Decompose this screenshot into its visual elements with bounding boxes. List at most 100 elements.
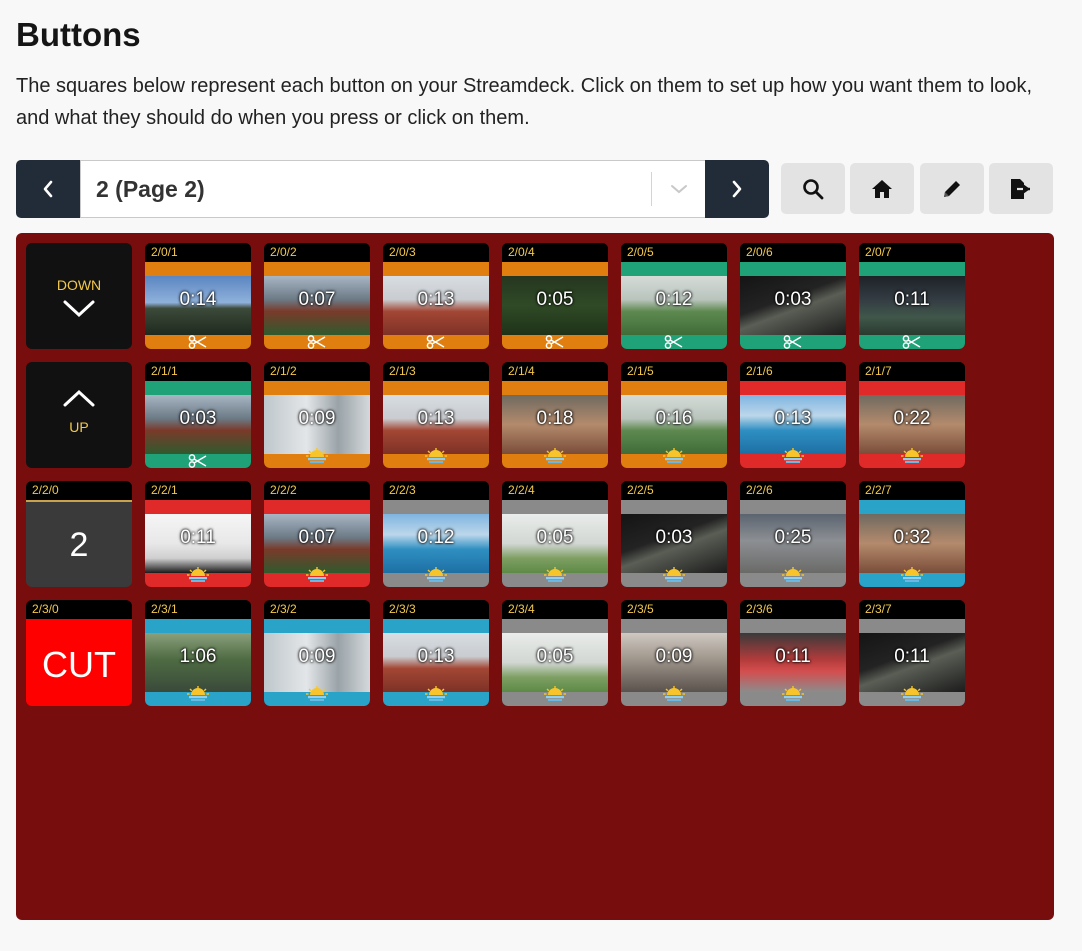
button-label: 2/2/0	[26, 481, 132, 500]
clip-duration: 0:09	[655, 646, 693, 667]
color-band	[145, 262, 251, 276]
chevron-right-icon	[732, 180, 742, 198]
sunrise-icon	[663, 686, 685, 701]
button-label: 2/3/7	[859, 600, 965, 619]
streamdeck-button[interactable]: 2/1/6 0:13	[740, 362, 846, 468]
export-button[interactable]	[989, 163, 1053, 214]
sunrise-icon	[901, 567, 923, 582]
color-band	[740, 619, 846, 633]
sunrise-icon	[306, 567, 328, 582]
streamdeck-button[interactable]: 2/3/3 0:13	[383, 600, 489, 706]
streamdeck-button[interactable]: 2/2/3 0:12	[383, 481, 489, 587]
streamdeck-button[interactable]: 2/2/7 0:32	[859, 481, 965, 587]
streamdeck-button[interactable]: 2/0/3 0:13	[383, 243, 489, 349]
button-label: 2/1/1	[145, 362, 251, 381]
clip-duration: 0:11	[894, 289, 930, 310]
button-label: 2/3/0	[26, 600, 132, 619]
button-label: 2/0/5	[621, 243, 727, 262]
page-number: 2	[69, 526, 89, 564]
streamdeck-button[interactable]: 2/2/5 0:03	[621, 481, 727, 587]
sunrise-icon	[544, 567, 566, 582]
streamdeck-button[interactable]: 2/3/7 0:11	[859, 600, 965, 706]
next-page-button[interactable]	[705, 160, 769, 218]
page-up-button[interactable]: UP	[26, 362, 132, 468]
clip-duration: 0:12	[417, 527, 455, 548]
streamdeck-button[interactable]: 2/2/1 0:11	[145, 481, 251, 587]
streamdeck-button[interactable]: 2/3/1 1:06	[145, 600, 251, 706]
clip-duration: 0:22	[893, 408, 931, 429]
color-band	[859, 500, 965, 514]
edit-button[interactable]	[920, 163, 984, 214]
streamdeck-button[interactable]: 2/1/1 0:03	[145, 362, 251, 468]
color-band	[264, 262, 370, 276]
streamdeck-button[interactable]: 2/0/6 0:03	[740, 243, 846, 349]
streamdeck-button[interactable]: 2/1/5 0:16	[621, 362, 727, 468]
color-band	[145, 381, 251, 395]
streamdeck-button[interactable]: 2/3/6 0:11	[740, 600, 846, 706]
button-label: 2/1/3	[383, 362, 489, 381]
chevron-down-icon[interactable]	[652, 183, 706, 195]
color-band	[383, 381, 489, 395]
streamdeck-button[interactable]: 2/0/2 0:07	[264, 243, 370, 349]
button-label: 2/0/3	[383, 243, 489, 262]
color-band	[502, 500, 608, 514]
sunrise-icon	[425, 448, 447, 463]
page-down-button[interactable]: DOWN	[26, 243, 132, 349]
sunrise-icon	[425, 686, 447, 701]
streamdeck-button[interactable]: 2/2/2 0:07	[264, 481, 370, 587]
chevron-up-icon	[26, 388, 132, 413]
color-band	[502, 381, 608, 395]
streamdeck-button[interactable]: 2/2/4 0:05	[502, 481, 608, 587]
streamdeck-button[interactable]: 2/0/4 0:05	[502, 243, 608, 349]
streamdeck-button[interactable]: 2/2/6 0:25	[740, 481, 846, 587]
search-button[interactable]	[781, 163, 845, 214]
previous-page-button[interactable]	[16, 160, 80, 218]
streamdeck-button[interactable]: 2/1/3 0:13	[383, 362, 489, 468]
streamdeck-button[interactable]: 2/1/2 0:09	[264, 362, 370, 468]
button-label: 2/2/1	[145, 481, 251, 500]
button-label: 2/0/4	[502, 243, 608, 262]
scissors-icon	[188, 335, 207, 349]
home-button[interactable]	[850, 163, 914, 214]
color-band	[859, 262, 965, 276]
cut-button[interactable]: 2/3/0 CUT	[26, 600, 132, 706]
clip-duration: 0:13	[417, 646, 455, 667]
streamdeck-button[interactable]: 2/0/5 0:12	[621, 243, 727, 349]
page-select[interactable]: 2 (Page 2)	[80, 160, 707, 218]
color-band	[740, 262, 846, 276]
button-label: 2/1/6	[740, 362, 846, 381]
streamdeck-button[interactable]: 2/0/7 0:11	[859, 243, 965, 349]
clip-duration: 0:09	[298, 408, 336, 429]
streamdeck-button[interactable]: 2/0/1 0:14	[145, 243, 251, 349]
color-band	[383, 262, 489, 276]
streamdeck-button[interactable]: 2/1/7 0:22	[859, 362, 965, 468]
streamdeck-button[interactable]: 2/1/4 0:18	[502, 362, 608, 468]
clip-duration: 0:32	[893, 527, 931, 548]
streamdeck-grid: DOWN 2/0/1 0:14 2/0/2 0:07 2/0/3 0:13 2/0/4 0:05…	[16, 233, 1054, 920]
button-label: 2/3/4	[502, 600, 608, 619]
clip-duration: 0:03	[774, 289, 812, 310]
clip-duration: 0:09	[298, 646, 336, 667]
color-band	[502, 619, 608, 633]
streamdeck-button[interactable]: 2/3/5 0:09	[621, 600, 727, 706]
sunrise-icon	[663, 448, 685, 463]
sunrise-icon	[425, 567, 447, 582]
button-label: 2/0/2	[264, 243, 370, 262]
sunrise-icon	[544, 686, 566, 701]
page-number-button[interactable]: 2/2/0 2	[26, 481, 132, 587]
clip-duration: 0:11	[180, 527, 216, 548]
streamdeck-button[interactable]: 2/3/4 0:05	[502, 600, 608, 706]
color-band	[740, 500, 846, 514]
streamdeck-button[interactable]: 2/3/2 0:09	[264, 600, 370, 706]
sunrise-icon	[901, 686, 923, 701]
clip-duration: 0:13	[417, 289, 455, 310]
color-band	[383, 500, 489, 514]
scissors-icon	[664, 335, 683, 349]
button-label: 2/0/1	[145, 243, 251, 262]
sunrise-icon	[901, 448, 923, 463]
sunrise-icon	[782, 567, 804, 582]
clip-duration: 0:11	[894, 646, 930, 667]
sunrise-icon	[782, 686, 804, 701]
clip-duration: 0:07	[298, 527, 336, 548]
page-select-value: 2 (Page 2)	[96, 175, 205, 202]
